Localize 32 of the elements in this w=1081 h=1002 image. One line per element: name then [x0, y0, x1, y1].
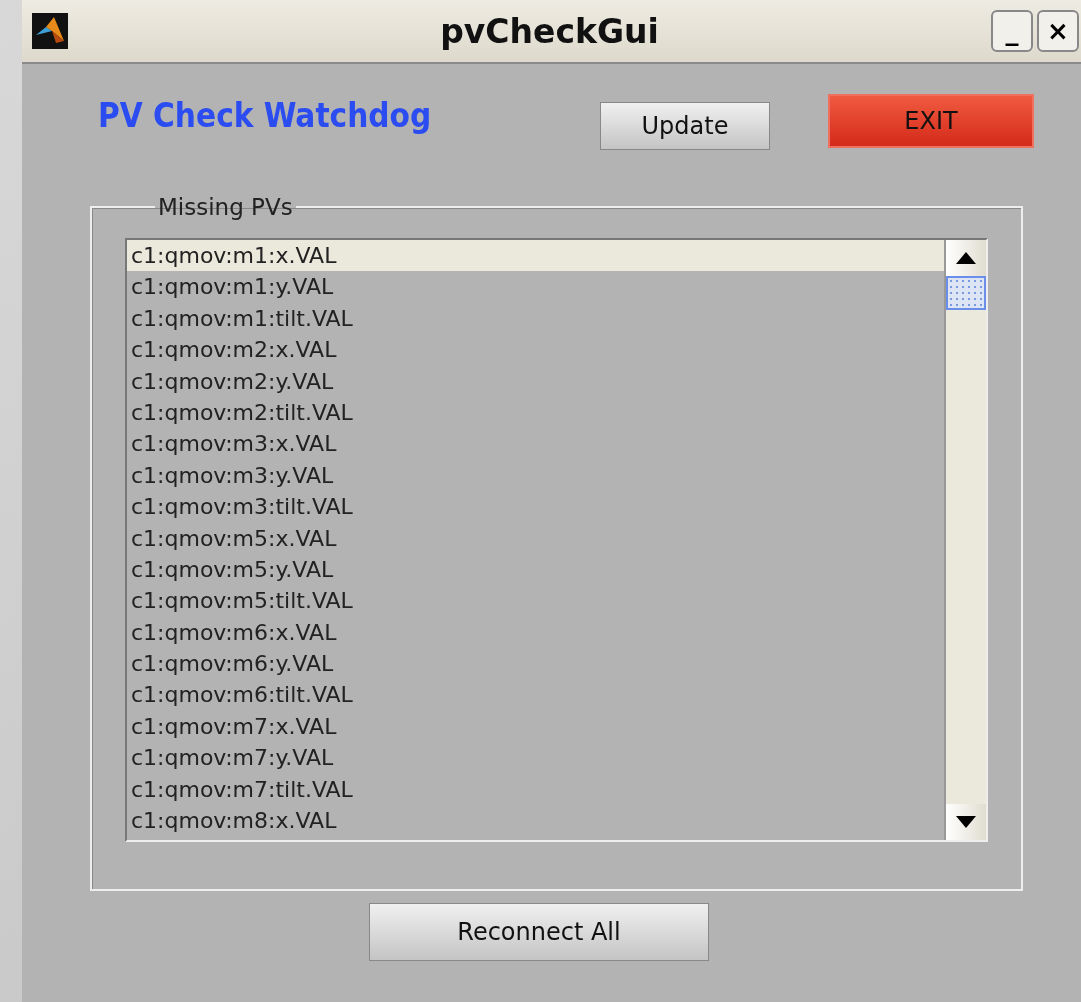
- reconnect-all-button[interactable]: Reconnect All: [369, 903, 709, 961]
- update-button[interactable]: Update: [600, 102, 770, 150]
- list-item[interactable]: c1:qmov:m1:tilt.VAL: [127, 302, 944, 335]
- list-item[interactable]: c1:qmov:m6:tilt.VAL: [127, 679, 944, 711]
- exit-button[interactable]: EXIT: [828, 94, 1034, 148]
- app-logo-icon: [32, 13, 68, 49]
- close-button[interactable]: ×: [1037, 10, 1079, 52]
- scrollbar[interactable]: [944, 240, 986, 840]
- list-item[interactable]: c1:qmov:m7:x.VAL: [127, 710, 944, 743]
- list-item[interactable]: c1:qmov:m3:tilt.VAL: [127, 491, 944, 523]
- list-item[interactable]: c1:qmov:m2:x.VAL: [127, 334, 944, 366]
- list-item[interactable]: c1:qmov:m5:y.VAL: [127, 553, 944, 586]
- scroll-down-icon[interactable]: [956, 816, 976, 828]
- list-item[interactable]: c1:qmov:m6:y.VAL: [127, 648, 944, 680]
- list-item[interactable]: c1:qmov:m2:tilt.VAL: [127, 396, 944, 429]
- list-item[interactable]: c1:qmov:m5:tilt.VAL: [127, 585, 944, 617]
- list-item[interactable]: c1:qmov:m1:y.VAL: [127, 271, 944, 303]
- window-title: pvCheckGui: [439, 11, 660, 51]
- list-item[interactable]: c1:qmov:m3:x.VAL: [127, 428, 944, 460]
- list-item[interactable]: c1:qmov:m2:y.VAL: [127, 365, 944, 397]
- list-item[interactable]: c1:qmov:m6:x.VAL: [127, 616, 944, 649]
- list-item[interactable]: c1:qmov:m8:x.VAL: [127, 805, 944, 837]
- scroll-up-icon[interactable]: [956, 252, 976, 264]
- list-item[interactable]: c1:qmov:m3:y.VAL: [127, 459, 944, 492]
- heading: PV Check Watchdog: [98, 96, 433, 135]
- list-item[interactable]: c1:qmov:m7:y.VAL: [127, 742, 944, 774]
- scroll-thumb[interactable]: [946, 276, 986, 310]
- group-label: Missing PVs: [157, 194, 294, 220]
- minimize-button[interactable]: _: [991, 10, 1033, 52]
- list-item[interactable]: c1:qmov:m1:x.VAL: [127, 240, 944, 272]
- list-item[interactable]: c1:qmov:m5:x.VAL: [127, 522, 944, 554]
- list-item[interactable]: c1:qmov:m7:tilt.VAL: [127, 773, 944, 806]
